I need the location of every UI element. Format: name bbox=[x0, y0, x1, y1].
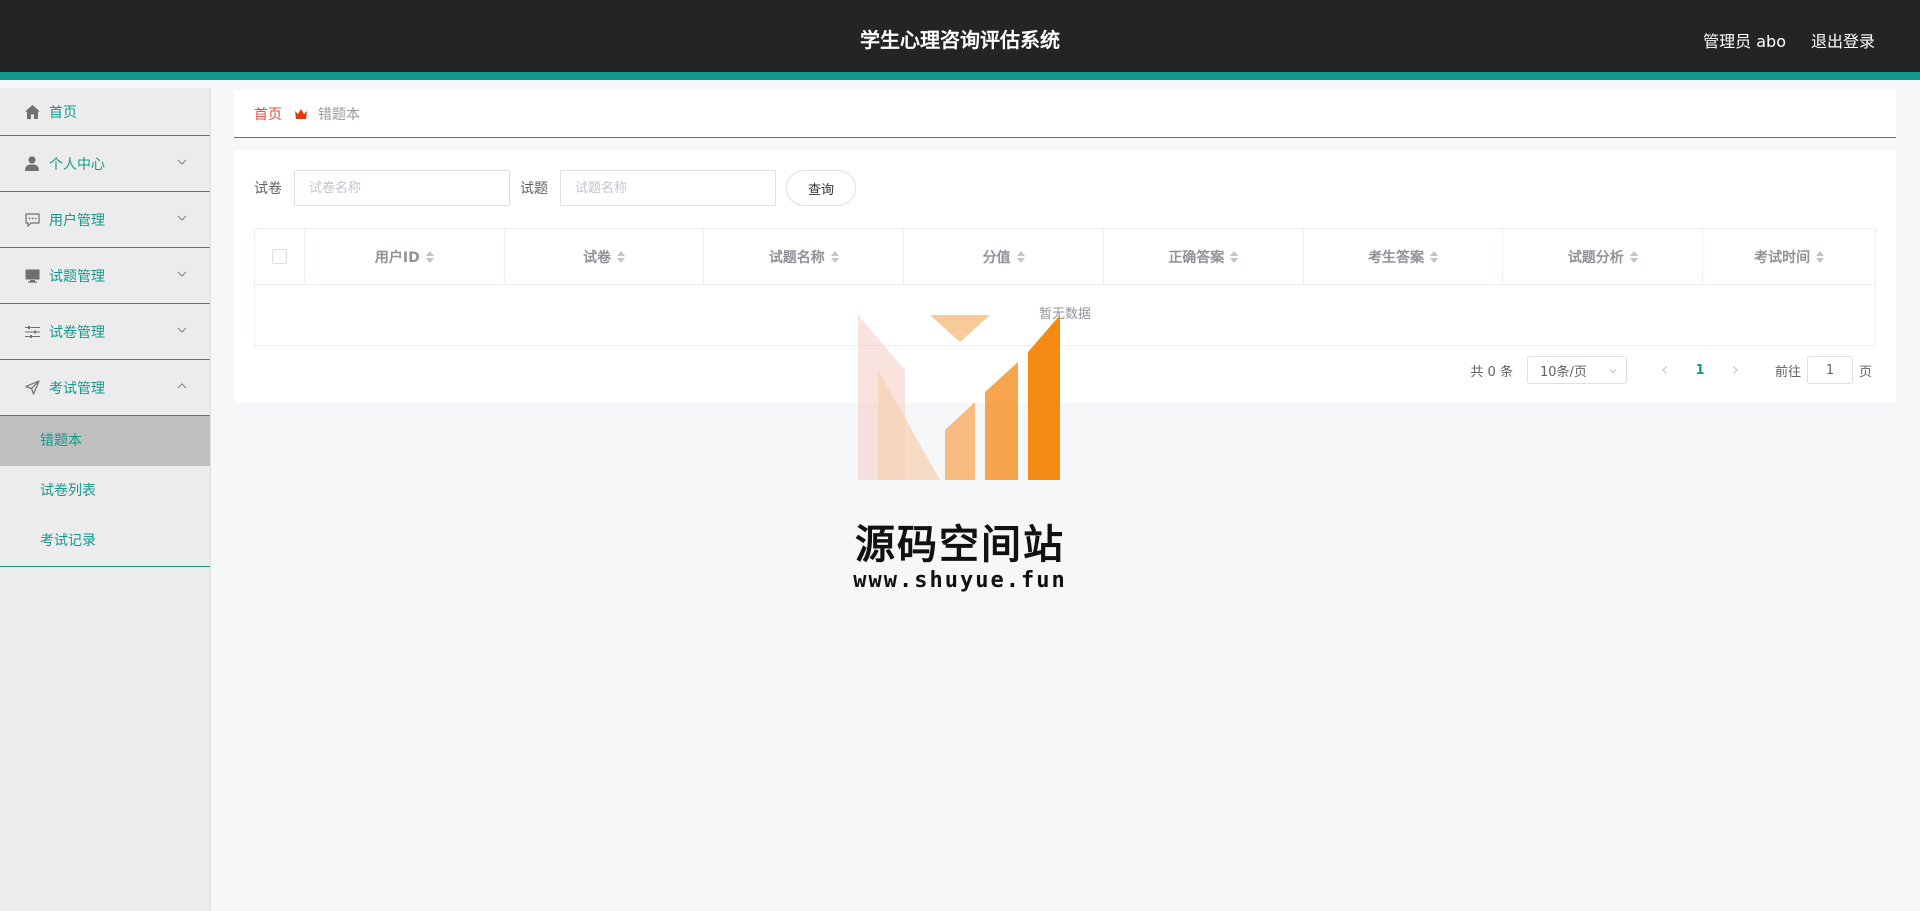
chat-icon bbox=[24, 212, 40, 228]
sort-icon[interactable] bbox=[1816, 250, 1825, 263]
watermark-url: www.shuyue.fun bbox=[853, 568, 1067, 593]
question-filter-label: 试题 bbox=[520, 181, 548, 197]
sort-icon[interactable] bbox=[617, 250, 626, 263]
sort-icon[interactable] bbox=[830, 250, 839, 263]
sidebar-item-personal-center[interactable]: 个人中心 bbox=[0, 136, 210, 192]
sort-icon[interactable] bbox=[1430, 250, 1439, 263]
sidebar-item-label: 个人中心 bbox=[49, 156, 105, 173]
admin-user-label: 管理员 abo bbox=[1703, 32, 1786, 51]
chevron-down-icon bbox=[176, 268, 188, 280]
pagination: 共 0 条 10条/页 1 前往 页 bbox=[1470, 356, 1872, 384]
wrong-questions-table: 用户ID 试卷 试题名称 分值 正确答案 考生答案 试题分析 考试时间 暂无数据 bbox=[254, 228, 1876, 346]
sidebar: 首页 个人中心 用户管理 试题管理 试卷管理 考试管理 错题本 试卷列表 考试记… bbox=[0, 88, 211, 911]
exam-management-submenu: 错题本 试卷列表 考试记录 bbox=[0, 416, 210, 567]
column-header-score[interactable]: 分值 bbox=[904, 229, 1104, 284]
content-panel: 试卷 试题 查询 用户ID 试卷 试题名称 分值 bbox=[234, 150, 1896, 403]
app-title: 学生心理咨询评估系统 bbox=[860, 28, 1060, 52]
sidebar-item-home[interactable]: 首页 bbox=[0, 88, 210, 136]
sidebar-item-label: 用户管理 bbox=[49, 212, 105, 229]
page-size-value: 10条/页 bbox=[1539, 364, 1587, 380]
sidebar-subitem-exam-records[interactable]: 考试记录 bbox=[0, 516, 210, 566]
send-icon bbox=[24, 380, 40, 396]
sidebar-subitem-wrong-questions[interactable]: 错题本 bbox=[0, 416, 210, 466]
sidebar-item-label: 试题管理 bbox=[49, 268, 105, 285]
select-all-checkbox[interactable] bbox=[271, 249, 287, 264]
table-header: 用户ID 试卷 试题名称 分值 正确答案 考生答案 试题分析 考试时间 bbox=[255, 229, 1875, 285]
column-header-paper[interactable]: 试卷 bbox=[505, 229, 705, 284]
chevron-down-icon bbox=[176, 156, 188, 168]
watermark-name: 源码空间站 bbox=[855, 522, 1065, 568]
column-header-question-analysis[interactable]: 试题分析 bbox=[1503, 229, 1704, 284]
sidebar-item-paper-management[interactable]: 试卷管理 bbox=[0, 304, 210, 360]
sidebar-item-label: 考试管理 bbox=[49, 380, 105, 397]
paper-name-input[interactable] bbox=[294, 170, 510, 206]
prev-page-button[interactable] bbox=[1651, 356, 1679, 384]
chevron-down-icon bbox=[176, 212, 188, 224]
user-icon bbox=[24, 156, 40, 172]
goto-page-input[interactable] bbox=[1806, 356, 1853, 384]
query-button[interactable]: 查询 bbox=[786, 170, 856, 206]
sidebar-item-label: 试卷管理 bbox=[49, 324, 105, 341]
next-page-button[interactable] bbox=[1721, 356, 1749, 384]
paper-filter-label: 试卷 bbox=[254, 181, 282, 197]
column-header-correct-answer[interactable]: 正确答案 bbox=[1104, 229, 1304, 284]
sort-icon[interactable] bbox=[1629, 250, 1638, 263]
sidebar-item-label: 首页 bbox=[49, 104, 77, 121]
top-header: 学生心理咨询评估系统 管理员 abo 退出登录 bbox=[0, 0, 1920, 80]
sort-icon[interactable] bbox=[1230, 250, 1239, 263]
page-size-select[interactable]: 10条/页 bbox=[1526, 356, 1627, 384]
column-header-question-name[interactable]: 试题名称 bbox=[704, 229, 905, 284]
select-all-cell bbox=[255, 229, 305, 284]
chevron-left-icon bbox=[1662, 366, 1667, 374]
chevron-up-icon bbox=[176, 380, 188, 392]
breadcrumb-home-link[interactable]: 首页 bbox=[254, 104, 282, 124]
table-empty-text: 暂无数据 bbox=[1038, 307, 1091, 322]
column-header-user-id[interactable]: 用户ID bbox=[305, 229, 505, 284]
sort-icon[interactable] bbox=[425, 250, 434, 263]
breadcrumb: 首页 错题本 bbox=[234, 90, 1896, 138]
chevron-down-icon bbox=[1608, 365, 1618, 375]
sidebar-item-question-management[interactable]: 试题管理 bbox=[0, 248, 210, 304]
sidebar-item-exam-management[interactable]: 考试管理 bbox=[0, 360, 210, 416]
column-header-examinee-answer[interactable]: 考生答案 bbox=[1304, 229, 1504, 284]
breadcrumb-current: 错题本 bbox=[318, 106, 360, 123]
monitor-icon bbox=[24, 268, 40, 284]
search-form: 试卷 试题 查询 bbox=[254, 170, 856, 206]
sidebar-item-user-management[interactable]: 用户管理 bbox=[0, 192, 210, 248]
column-header-exam-time[interactable]: 考试时间 bbox=[1703, 229, 1875, 284]
question-name-input[interactable] bbox=[560, 170, 776, 206]
home-icon bbox=[24, 104, 40, 120]
page-unit-label: 页 bbox=[1858, 364, 1872, 380]
crown-separator-icon bbox=[294, 107, 308, 121]
chevron-right-icon bbox=[1733, 366, 1738, 374]
sidebar-subitem-paper-list[interactable]: 试卷列表 bbox=[0, 466, 210, 516]
pagination-total: 共 0 条 bbox=[1470, 364, 1513, 380]
sort-icon[interactable] bbox=[1016, 250, 1025, 263]
sliders-icon bbox=[24, 324, 40, 340]
goto-label: 前往 bbox=[1774, 364, 1801, 380]
chevron-down-icon bbox=[176, 324, 188, 336]
page-number-current[interactable]: 1 bbox=[1685, 363, 1715, 378]
logout-link[interactable]: 退出登录 bbox=[1811, 28, 1875, 52]
